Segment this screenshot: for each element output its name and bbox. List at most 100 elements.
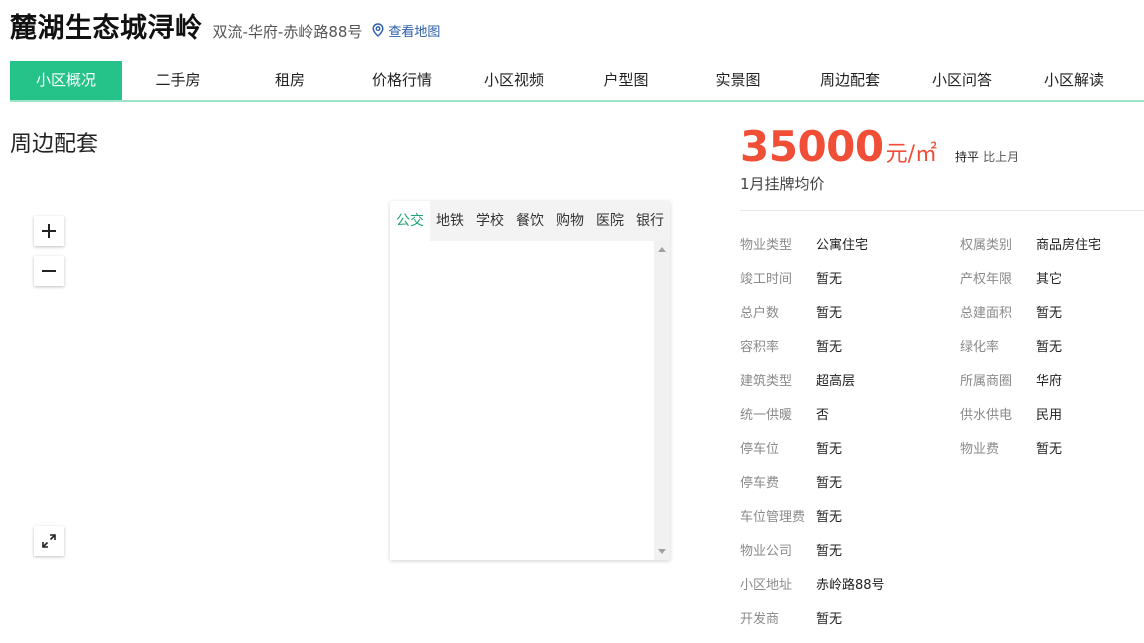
info-item: 总户数 暂无: [740, 297, 842, 331]
fullscreen-button[interactable]: [34, 526, 64, 556]
divider: [740, 210, 1144, 211]
info-label: 供水供电: [960, 408, 1013, 423]
poi-tab-bank[interactable]: 银行: [630, 201, 670, 241]
tab-analysis[interactable]: 小区解读: [1018, 61, 1130, 100]
info-value: 暂无: [816, 442, 843, 457]
info-label: 车位管理费: [740, 510, 806, 525]
tab-photos[interactable]: 实景图: [682, 61, 794, 100]
tab-rent[interactable]: 租房: [234, 61, 346, 100]
view-map-label: 查看地图: [388, 24, 441, 40]
info-label: 物业类型: [740, 238, 793, 253]
tab-price-trend[interactable]: 价格行情: [346, 61, 458, 100]
expand-icon: [42, 534, 56, 548]
info-label: 容积率: [740, 340, 780, 355]
info-value: 否: [816, 408, 830, 423]
info-item: 停车费 暂无: [740, 467, 842, 501]
info-value: 赤岭路88号: [816, 578, 885, 593]
info-item: 容积率 暂无: [740, 331, 842, 365]
poi-list: [390, 241, 652, 560]
info-label: 绿化率: [960, 340, 1000, 355]
poi-tab-shopping[interactable]: 购物: [550, 201, 590, 241]
info-label: 所属商圈: [960, 374, 1013, 389]
info-item: 权属类别 商品房住宅: [960, 229, 1101, 263]
tab-qa[interactable]: 小区问答: [906, 61, 1018, 100]
info-value: 暂无: [816, 306, 843, 321]
info-value: 暂无: [816, 340, 843, 355]
info-item: 物业公司 暂无: [740, 535, 842, 569]
tab-video[interactable]: 小区视频: [458, 61, 570, 100]
location-pin-icon: [372, 23, 384, 37]
tab-surroundings[interactable]: 周边配套: [794, 61, 906, 100]
info-label: 总户数: [740, 306, 780, 321]
page-header: 麓湖生态城浔岭 双流-华府-赤岭路88号 查看地图: [10, 6, 440, 46]
scroll-up-icon[interactable]: [658, 247, 666, 252]
price-block: 35000 元/㎡ 持平 比上月 1月挂牌均价: [740, 122, 1019, 194]
info-item: 小区地址 赤岭路88号: [740, 569, 885, 603]
price-unit: 元/㎡: [885, 142, 938, 167]
minus-icon: [42, 270, 56, 272]
poi-tab-school[interactable]: 学校: [470, 201, 510, 241]
scroll-down-icon[interactable]: [658, 549, 666, 554]
info-label: 总建面积: [960, 306, 1013, 321]
info-label: 物业费: [960, 442, 1000, 457]
info-label: 小区地址: [740, 578, 793, 593]
poi-tab-subway[interactable]: 地铁: [430, 201, 470, 241]
view-map-link[interactable]: 查看地图: [372, 21, 440, 40]
section-title: 周边配套: [10, 132, 99, 157]
info-value: 暂无: [816, 612, 843, 627]
poi-tab-dining[interactable]: 餐饮: [510, 201, 550, 241]
info-label: 统一供暖: [740, 408, 793, 423]
info-item: 物业类型 公寓住宅: [740, 229, 868, 263]
info-value: 华府: [1036, 374, 1063, 389]
poi-tab-bus[interactable]: 公交: [390, 201, 430, 241]
poi-scrollbar[interactable]: [654, 241, 670, 560]
info-value: 暂无: [1036, 442, 1063, 457]
info-value: 暂无: [1036, 306, 1063, 321]
info-item: 竣工时间 暂无: [740, 263, 842, 297]
info-item: 产权年限 其它: [960, 263, 1062, 297]
price-trend: 持平: [955, 150, 980, 164]
info-label: 建筑类型: [740, 374, 793, 389]
info-value: 民用: [1036, 408, 1063, 423]
info-value: 商品房住宅: [1036, 238, 1102, 253]
price-compare: 比上月: [983, 150, 1020, 164]
tab-overview[interactable]: 小区概况: [10, 61, 122, 100]
info-item: 统一供暖 否: [740, 399, 829, 433]
info-label: 开发商: [740, 612, 780, 627]
average-price: 35000: [740, 122, 884, 171]
info-value: 暂无: [816, 272, 843, 287]
price-label: 1月挂牌均价: [740, 175, 825, 193]
info-item: 停车位 暂无: [740, 433, 842, 467]
info-item: 建筑类型 超高层: [740, 365, 855, 399]
info-item: 开发商 暂无: [740, 603, 842, 637]
poi-tabs: 公交 地铁 学校 餐饮 购物 医院 银行: [390, 201, 670, 241]
info-value: 公寓住宅: [816, 238, 869, 253]
zoom-out-button[interactable]: [34, 256, 64, 286]
poi-panel: 公交 地铁 学校 餐饮 购物 医院 银行: [390, 201, 670, 560]
info-value: 暂无: [816, 544, 843, 559]
info-item: 供水供电 民用: [960, 399, 1062, 433]
tab-second-hand[interactable]: 二手房: [122, 61, 234, 100]
main-nav-tabs: 小区概况 二手房 租房 价格行情 小区视频 户型图 实景图 周边配套 小区问答 …: [10, 61, 1144, 102]
info-item: 总建面积 暂无: [960, 297, 1062, 331]
info-item: 绿化率 暂无: [960, 331, 1062, 365]
info-label: 竣工时间: [740, 272, 793, 287]
info-value: 其它: [1036, 272, 1063, 287]
info-label: 停车费: [740, 476, 780, 491]
info-value: 超高层: [816, 374, 856, 389]
community-title: 麓湖生态城浔岭: [10, 13, 203, 44]
info-item: 所属商圈 华府: [960, 365, 1062, 399]
zoom-in-button[interactable]: [34, 216, 64, 246]
tab-floor-plans[interactable]: 户型图: [570, 61, 682, 100]
info-value: 暂无: [816, 510, 843, 525]
info-label: 停车位: [740, 442, 780, 457]
community-location: 双流-华府-赤岭路88号: [212, 23, 363, 41]
info-label: 产权年限: [960, 272, 1013, 287]
plus-icon: [42, 224, 56, 238]
info-item: 物业费 暂无: [960, 433, 1062, 467]
poi-tab-hospital[interactable]: 医院: [590, 201, 630, 241]
info-label: 权属类别: [960, 238, 1013, 253]
info-value: 暂无: [1036, 340, 1063, 355]
info-value: 暂无: [816, 476, 843, 491]
info-label: 物业公司: [740, 544, 793, 559]
